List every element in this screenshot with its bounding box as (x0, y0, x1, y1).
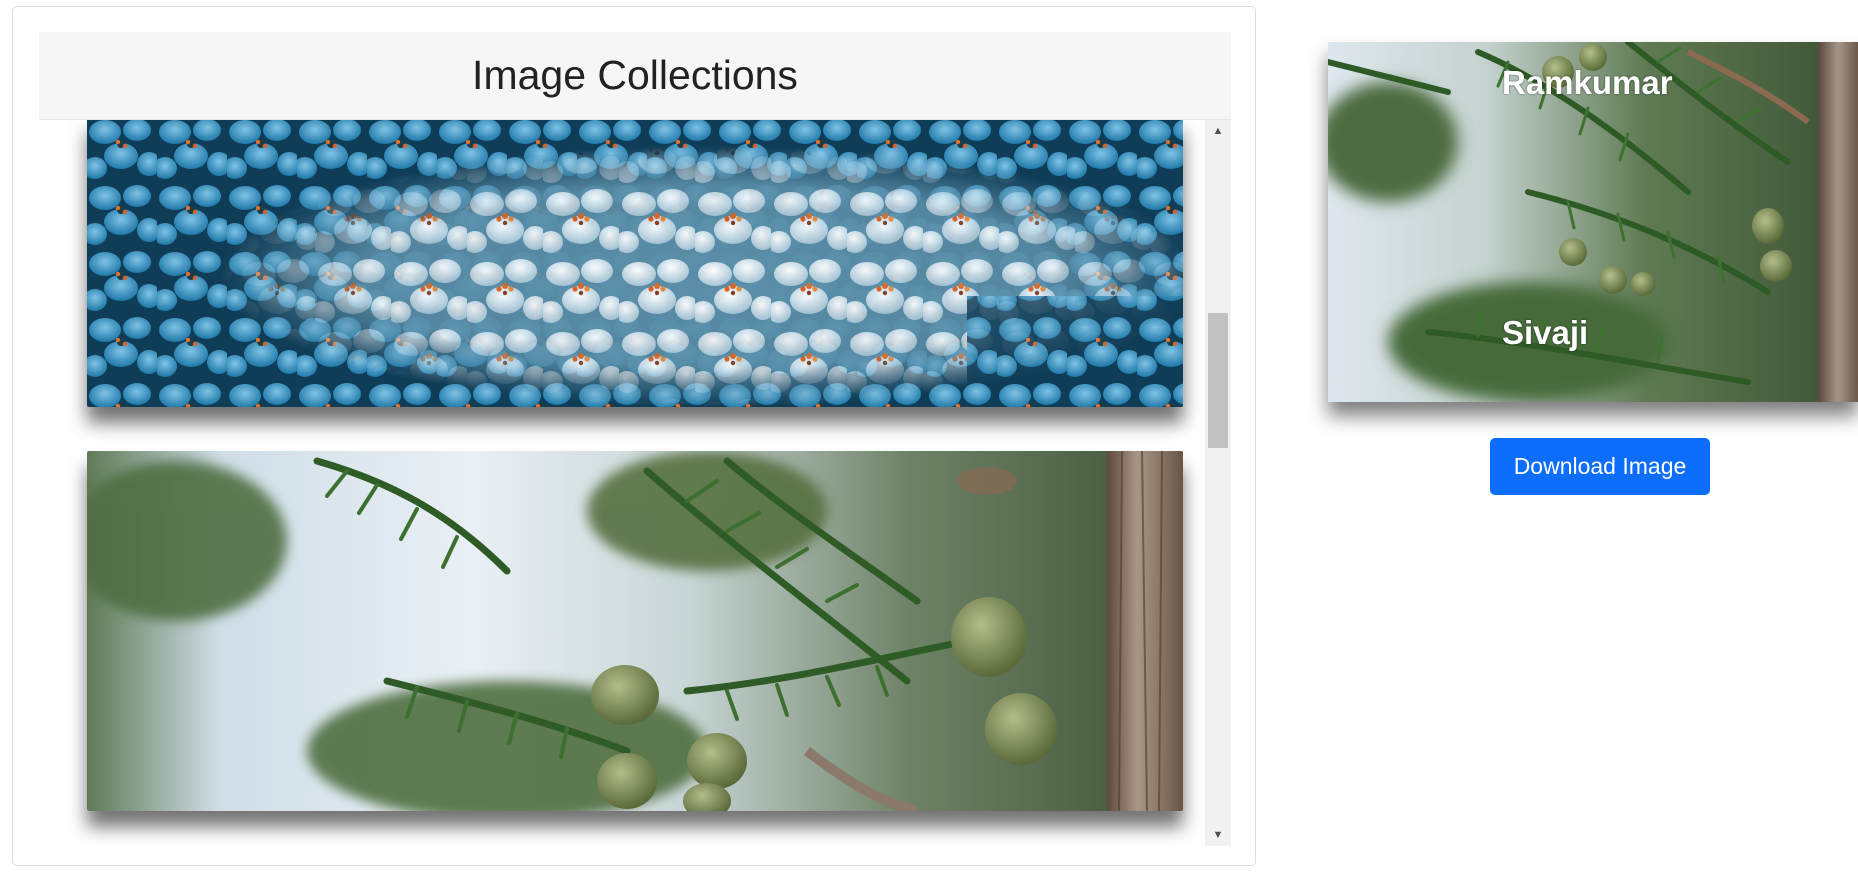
overlay-text-top: Ramkumar (1502, 64, 1673, 101)
gallery-image-evergreen[interactable] (87, 451, 1183, 811)
preview-image: Ramkumar Sivaji (1328, 42, 1858, 402)
overlay-text-bottom: Sivaji (1502, 314, 1589, 351)
gallery-scroll-area[interactable] (39, 120, 1231, 846)
gallery-scrollbar[interactable]: ▲ ▼ (1205, 120, 1231, 846)
scroll-down-icon[interactable]: ▼ (1205, 824, 1231, 846)
download-image-button[interactable]: Download Image (1490, 438, 1710, 495)
scrollbar-thumb[interactable] (1208, 313, 1228, 448)
image-collections-card: Image Collections ▲ ▼ (12, 6, 1256, 866)
gallery-image-flowers[interactable] (87, 120, 1183, 407)
card-header: Image Collections (39, 32, 1231, 120)
scroll-up-icon[interactable]: ▲ (1205, 120, 1231, 142)
page-title: Image Collections (472, 52, 798, 98)
